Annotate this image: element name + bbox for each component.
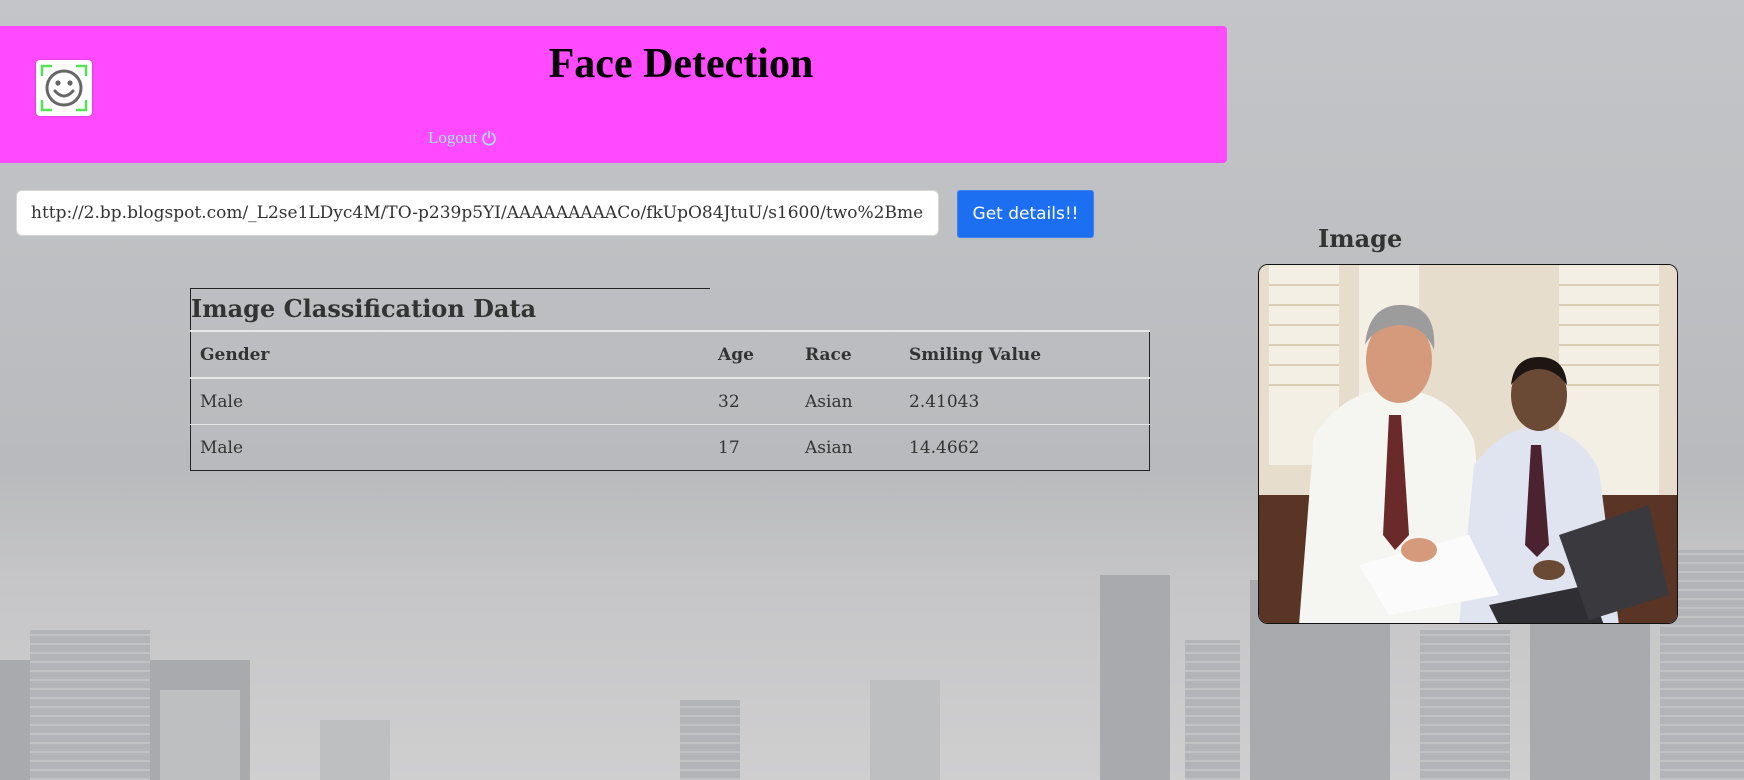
classification-table: Gender Age Race Smiling Value Male 32 As… (190, 330, 1150, 471)
table-row: Male 17 Asian 14.4662 (191, 425, 1150, 471)
column-header-gender: Gender (190, 330, 709, 379)
image-url-input[interactable] (16, 190, 939, 236)
page-title: Face Detection (548, 41, 814, 87)
logout-label: Logout (428, 128, 478, 147)
cell-race: Asian (805, 437, 853, 458)
column-header-smiling-value: Smiling Value (900, 330, 1150, 379)
table-header-row: Gender Age Race Smiling Value (190, 330, 1150, 379)
get-details-button[interactable]: Get details!! (957, 190, 1094, 238)
table-row: Male 32 Asian 2.41043 (190, 378, 1150, 425)
cell-gender: Male (190, 378, 709, 425)
cell-age: 17 (718, 437, 740, 458)
cell-smiling-value: 2.41043 (900, 378, 1150, 425)
logout-link[interactable]: Logout (428, 128, 497, 148)
image-heading: Image (1318, 224, 1403, 253)
photo-two-men-working (1259, 265, 1677, 623)
column-header-race: Race (796, 330, 900, 379)
cell-race: Asian (796, 378, 900, 425)
cell-gender: Male (200, 437, 244, 458)
column-header-age: Age (709, 330, 796, 379)
power-icon (482, 130, 496, 146)
classification-title: Image Classification Data (190, 288, 710, 330)
analyzed-photo (1258, 264, 1678, 624)
cell-smiling-value: 14.4662 (909, 437, 980, 458)
cell-age: 32 (709, 378, 796, 425)
